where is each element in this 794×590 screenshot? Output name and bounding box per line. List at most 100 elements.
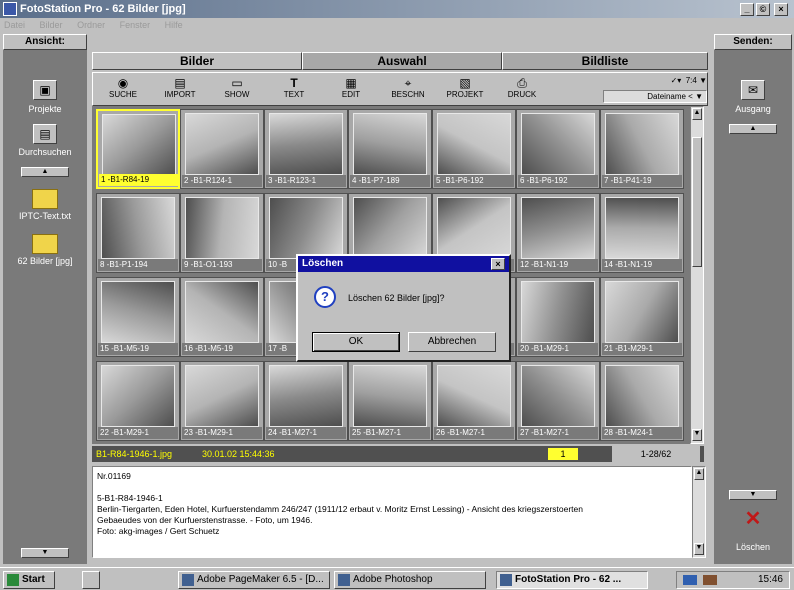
thumbnail[interactable]: 12 -B1-N1-19	[516, 193, 600, 273]
menu-bilder[interactable]: Bilder	[40, 20, 63, 30]
menu-ordner[interactable]: Ordner	[77, 20, 105, 30]
window-title-bar: FotoStation Pro - 62 Bilder [jpg]	[0, 0, 794, 18]
scroll-up-button[interactable]: ▲	[21, 167, 69, 177]
images-folder-icon[interactable]	[32, 234, 58, 254]
browse-label[interactable]: Durchsuchen	[3, 147, 87, 157]
print-button[interactable]: ⎙ DRUCK	[497, 76, 547, 99]
thumbnail[interactable]: 16 -B1-M5-19	[180, 277, 264, 357]
thumbnail[interactable]: 28 -B1-M24-1	[600, 361, 684, 441]
print-button-label: DRUCK	[507, 90, 537, 99]
thumbnail-caption: 21 -B1-M29-1	[602, 343, 682, 355]
thumbnail-caption: 2 -B1-R124-1	[182, 175, 262, 187]
desc-scroll-up[interactable]: ▲	[694, 468, 704, 480]
search-button[interactable]: ◉ SUCHE	[98, 76, 148, 99]
right-scroll-down[interactable]: ▼	[729, 490, 777, 500]
thumbnail[interactable]: 2 -B1-R124-1	[180, 109, 264, 189]
thumbnail-image	[269, 113, 343, 175]
thumbnail[interactable]: 3 -B1-R123-1	[264, 109, 348, 189]
iptc-file-label[interactable]: IPTC-Text.txt	[3, 211, 87, 221]
browse-icon[interactable]: ▤	[33, 124, 57, 144]
thumbnail-image	[269, 365, 343, 427]
right-scroll-up[interactable]: ▲	[729, 124, 777, 134]
status-date: 30.01.02 15:44:36	[202, 449, 275, 459]
thumbnail-image	[185, 113, 259, 175]
sort-select[interactable]: Dateiname < ▼	[603, 90, 707, 103]
task-photoshop[interactable]: Adobe Photoshop	[334, 571, 486, 589]
network-icon[interactable]	[683, 575, 697, 585]
thumbnail-caption: 5 -B1-P6-192	[434, 175, 514, 187]
desc-scroll-down[interactable]: ▼	[694, 543, 704, 555]
right-panel-header: Senden:	[714, 34, 792, 50]
iptc-file-icon[interactable]	[32, 189, 58, 209]
thumbnail-caption: 7 -B1-P41-19	[602, 175, 682, 187]
thumbnail[interactable]: 25 -B1-M27-1	[348, 361, 432, 441]
maximize-button[interactable]: ©	[756, 3, 770, 16]
thumbnail[interactable]: 15 -B1-M5-19	[96, 277, 180, 357]
thumbnail[interactable]: 14 -B1-N1-19	[600, 193, 684, 273]
thumbnail[interactable]: 7 -B1-P41-19	[600, 109, 684, 189]
task-fotostation-label: FotoStation Pro - 62 ...	[515, 574, 622, 585]
edit-button[interactable]: ▦ EDIT	[326, 76, 376, 99]
thumbnail[interactable]: 26 -B1-M27-1	[432, 361, 516, 441]
text-button[interactable]: T TEXT	[269, 76, 319, 99]
thumbnail[interactable]: 23 -B1-M29-1	[180, 361, 264, 441]
show-button[interactable]: ▭ SHOW	[212, 76, 262, 99]
thumbnail[interactable]: 22 -B1-M29-1	[96, 361, 180, 441]
menu-fenster[interactable]: Fenster	[120, 20, 151, 30]
thumbnail[interactable]: 1 -B1-R84-19	[96, 109, 180, 189]
task-fotostation[interactable]: FotoStation Pro - 62 ...	[496, 571, 648, 589]
thumbnail[interactable]: 27 -B1-M27-1	[516, 361, 600, 441]
dialog-message: Löschen 62 Bilder [jpg]?	[348, 293, 445, 303]
desc-line: Berlin-Tiergarten, Eden Hotel, Kurfuerst…	[97, 504, 583, 514]
menu-hilfe[interactable]: Hilfe	[165, 20, 183, 30]
import-button[interactable]: ▤ IMPORT	[155, 76, 205, 99]
outbox-label[interactable]: Ausgang	[714, 104, 792, 114]
view-selector[interactable]: ✓▾ 7:4 ▼	[591, 76, 707, 88]
thumbnail[interactable]: 4 -B1-P7-189	[348, 109, 432, 189]
pagemaker-icon	[182, 574, 194, 586]
thumbnail[interactable]: 9 -B1-O1-193	[180, 193, 264, 273]
left-panel: Ansicht: ▣ Projekte ▤ Durchsuchen ▲ IPTC…	[3, 34, 87, 564]
dialog-close-button[interactable]: ×	[491, 258, 505, 270]
tab-bildliste[interactable]: Bildliste	[502, 52, 708, 70]
ok-button[interactable]: OK	[312, 332, 400, 352]
crop-button[interactable]: ⌖ BESCHN	[383, 76, 433, 99]
scroll-down-button[interactable]: ▼	[21, 548, 69, 558]
thumbnail[interactable]: 21 -B1-M29-1	[600, 277, 684, 357]
task-pagemaker[interactable]: Adobe PageMaker 6.5 - [D...	[178, 571, 330, 589]
projects-label[interactable]: Projekte	[3, 104, 87, 114]
close-button[interactable]: ×	[774, 3, 788, 16]
view-value: 7:4	[685, 76, 697, 85]
start-button[interactable]: Start	[3, 571, 55, 589]
app-icon[interactable]	[3, 2, 17, 16]
description-scrollbar[interactable]: ▲ ▼	[692, 466, 706, 558]
quicklaunch-icon[interactable]	[82, 571, 100, 589]
thumbnail[interactable]: 6 -B1-P6-192	[516, 109, 600, 189]
tray-app-icon[interactable]	[703, 575, 717, 585]
tab-auswahl[interactable]: Auswahl	[302, 52, 502, 70]
edit-icon: ▦	[345, 76, 357, 90]
cancel-button[interactable]: Abbrechen	[408, 332, 496, 352]
thumbnail[interactable]: 20 -B1-M29-1	[516, 277, 600, 357]
delete-icon[interactable]: ✕	[741, 506, 765, 531]
grid-scroll-thumb[interactable]	[692, 137, 702, 267]
thumbnail-caption: 4 -B1-P7-189	[350, 175, 430, 187]
minimize-button[interactable]: _	[740, 3, 754, 16]
tab-bilder[interactable]: Bilder	[92, 52, 302, 70]
thumbnail[interactable]: 5 -B1-P6-192	[432, 109, 516, 189]
thumbnail[interactable]: 24 -B1-M27-1	[264, 361, 348, 441]
outbox-icon[interactable]: ✉	[741, 80, 765, 100]
description-text[interactable]: Nr.01169 5-B1-R84-1946-1 Berlin-Tiergart…	[92, 466, 692, 558]
grid-scroll-up[interactable]: ▲	[692, 108, 702, 120]
menu-datei[interactable]: Datei	[4, 20, 25, 30]
images-folder-label[interactable]: 62 Bilder [jpg]	[3, 256, 87, 266]
delete-label[interactable]: Löschen	[714, 542, 792, 552]
grid-scroll-down[interactable]: ▼	[692, 429, 702, 441]
fotostation-icon	[500, 574, 512, 586]
start-label: Start	[22, 574, 45, 585]
projects-icon[interactable]: ▣	[33, 80, 57, 100]
project-button[interactable]: ▧ PROJEKT	[440, 76, 490, 99]
grid-scrollbar[interactable]: ▲ ▼	[690, 106, 704, 444]
thumbnail[interactable]: 8 -B1-P1-194	[96, 193, 180, 273]
system-tray: 15:46	[676, 571, 790, 589]
